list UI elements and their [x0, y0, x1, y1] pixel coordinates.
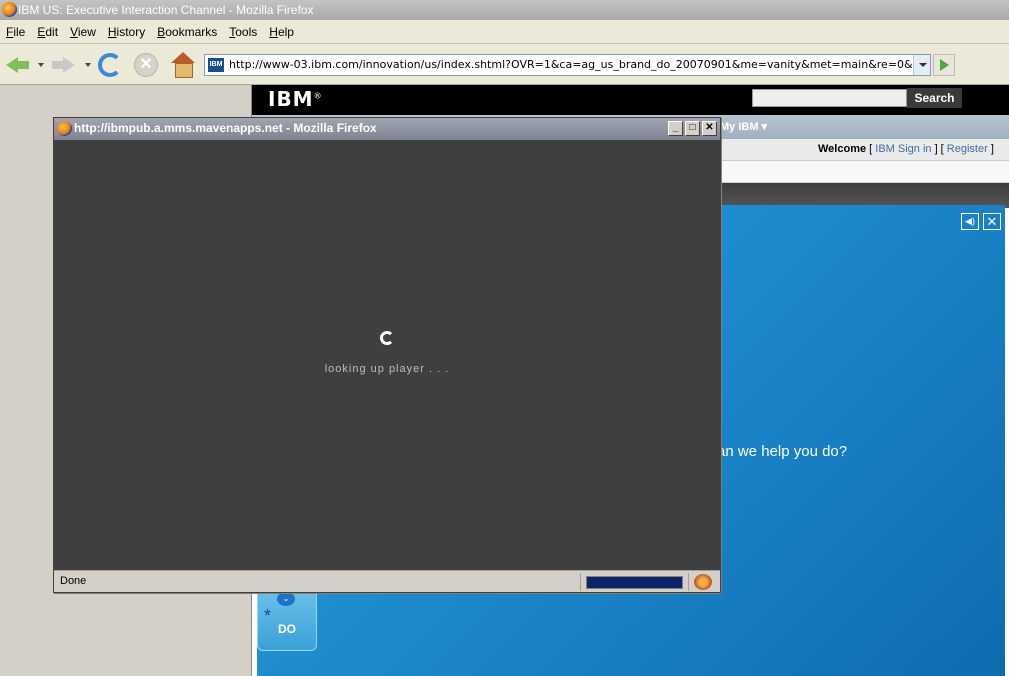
status-text: Done	[60, 575, 87, 587]
url-input[interactable]: http://www-03.ibm.com/innovation/us/inde…	[229, 58, 913, 71]
browser-title-bar: IBM US: Executive Interaction Channel - …	[0, 0, 1009, 20]
register-link[interactable]: Register	[947, 143, 988, 155]
close-overlay-button[interactable]: ✕	[983, 213, 1001, 230]
forward-arrow-icon[interactable]	[52, 52, 78, 78]
do-label: DO	[278, 622, 296, 636]
loading-text: looking up player . . .	[324, 363, 450, 375]
welcome-text: Welcome [ IBM Sign in ] [ Register ]	[818, 143, 994, 155]
forward-history-dropdown-icon[interactable]	[85, 63, 91, 67]
ibm-search-button[interactable]: Search	[907, 88, 962, 108]
browser-title: IBM US: Executive Interaction Channel - …	[18, 3, 314, 17]
reload-icon[interactable]	[98, 53, 122, 77]
firefox-icon	[57, 121, 72, 136]
loading-spinner-icon	[380, 331, 394, 345]
menu-view[interactable]: View	[64, 20, 102, 39]
menu-bookmarks[interactable]: Bookmarks	[151, 20, 223, 39]
menu-edit[interactable]: Edit	[31, 20, 64, 39]
go-button[interactable]	[933, 54, 955, 76]
site-favicon-icon: IBM	[208, 58, 224, 72]
status-divider	[688, 573, 689, 591]
url-bar[interactable]: IBM http://www-03.ibm.com/innovation/us/…	[204, 54, 931, 76]
my-ibm-menu[interactable]: My IBM ▾	[720, 120, 767, 133]
maximize-button[interactable]: □	[685, 121, 700, 136]
close-button[interactable]: ✕	[702, 121, 717, 136]
popup-title-bar[interactable]: http://ibmpub.a.mms.mavenapps.net - Mozi…	[54, 118, 720, 140]
menu-help[interactable]: Help	[263, 20, 300, 39]
welcome-label: Welcome	[818, 143, 867, 155]
popup-window: http://ibmpub.a.mms.mavenapps.net - Mozi…	[53, 117, 721, 593]
menu-file[interactable]: File	[0, 20, 31, 39]
firefox-icon	[2, 2, 17, 17]
ibm-logo[interactable]: IBM®	[268, 87, 323, 111]
ibm-header: IBM® Search	[252, 85, 1009, 115]
stop-icon[interactable]: ✕	[134, 53, 158, 77]
menu-bar: File Edit View History Bookmarks Tools Help	[0, 20, 1009, 44]
chevron-down-icon: ⌄	[277, 592, 295, 606]
ibm-search-input[interactable]	[752, 89, 907, 107]
back-arrow-icon[interactable]	[6, 52, 32, 78]
asterisk-icon: *	[264, 606, 272, 626]
url-dropdown-icon[interactable]	[913, 55, 930, 75]
home-icon[interactable]	[170, 52, 196, 78]
progress-bar	[586, 576, 683, 589]
sign-in-link[interactable]: IBM Sign in	[875, 143, 931, 155]
do-tab[interactable]: ⌄ * DO	[257, 585, 317, 651]
popup-title: http://ibmpub.a.mms.mavenapps.net - Mozi…	[74, 121, 377, 135]
status-divider	[580, 573, 581, 591]
security-status-icon[interactable]	[694, 574, 712, 590]
mute-button[interactable]: ◀)	[961, 213, 979, 230]
help-text: an we help you do?	[717, 443, 848, 460]
popup-status-bar: Done	[54, 570, 720, 592]
back-history-dropdown-icon[interactable]	[38, 63, 44, 67]
menu-history[interactable]: History	[102, 20, 151, 39]
menu-tools[interactable]: Tools	[223, 20, 263, 39]
video-player-area: looking up player . . .	[54, 140, 720, 570]
minimize-button[interactable]: _	[668, 121, 683, 136]
